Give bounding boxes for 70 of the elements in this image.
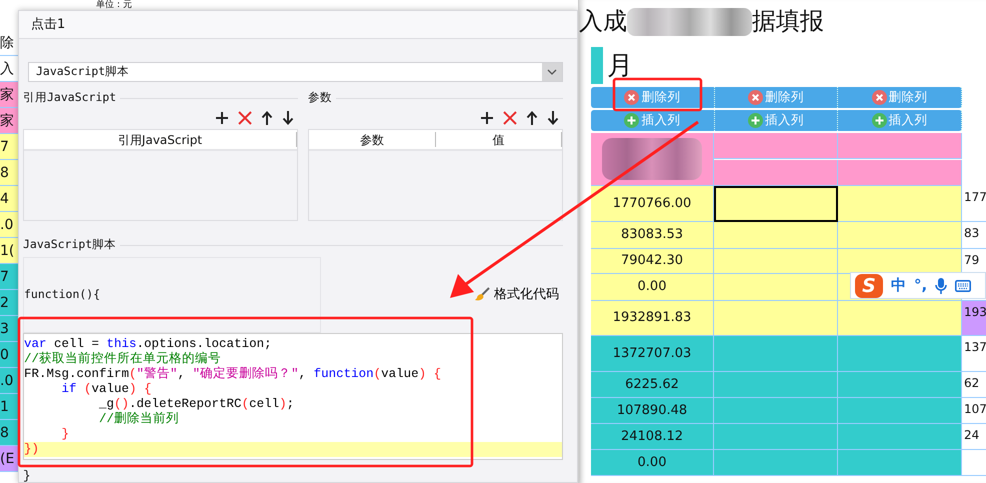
column-header: 引用JavaScript bbox=[24, 132, 297, 147]
table-cell[interactable]: 107890.48 bbox=[591, 398, 714, 424]
section-label: 引用JavaScript bbox=[23, 89, 116, 106]
arrow-up-icon[interactable] bbox=[261, 111, 273, 125]
column-header: 参数 bbox=[309, 132, 436, 147]
add-icon[interactable] bbox=[215, 111, 229, 125]
column-header: 值 bbox=[436, 132, 562, 147]
table-cell[interactable]: 1932891.83 bbox=[591, 301, 714, 336]
format-code-button[interactable]: 格式化代码 bbox=[474, 257, 559, 333]
dialog-title: 点击1 bbox=[19, 11, 577, 39]
close-circle-icon bbox=[872, 90, 887, 105]
arrow-down-icon[interactable] bbox=[547, 111, 559, 125]
section-label: 参数 bbox=[308, 89, 332, 106]
keyboard-icon[interactable] bbox=[955, 280, 972, 292]
ime-logo: S bbox=[855, 274, 883, 298]
strip-cell: 8 bbox=[0, 160, 18, 186]
plus-circle-icon bbox=[872, 113, 887, 128]
table-cell[interactable]: 83083.53 bbox=[591, 222, 714, 249]
month-heading: 月 bbox=[607, 50, 633, 82]
table-cell[interactable]: 79042.30 bbox=[591, 249, 714, 274]
strip-cell: 2 bbox=[0, 290, 18, 316]
strip-cell: .0 bbox=[0, 368, 18, 394]
code-line: //获取当前控件所在单元格的编号 bbox=[24, 352, 222, 366]
table-cell[interactable]: 6225.62 bbox=[591, 372, 714, 398]
ime-mode[interactable]: 中 bbox=[891, 274, 906, 297]
microphone-icon[interactable] bbox=[935, 276, 948, 294]
code-line: var cell = this.options.location; bbox=[24, 337, 273, 352]
strip-cell: 8 bbox=[0, 420, 18, 446]
strip-cell: 4 bbox=[0, 186, 18, 212]
script-type-dropdown[interactable]: JavaScript脚本 bbox=[28, 62, 563, 82]
section-bar bbox=[591, 46, 603, 84]
add-icon[interactable] bbox=[480, 111, 494, 125]
plus-circle-icon bbox=[624, 113, 640, 128]
table-cell[interactable]: 24108.12 bbox=[591, 424, 714, 450]
strip-cell: 1 bbox=[0, 394, 18, 420]
code-line: _g().deleteReportRC(cell); bbox=[98, 397, 296, 412]
brush-icon bbox=[474, 287, 490, 303]
report-title: 入成 bbox=[579, 8, 627, 36]
table-cell: 193 bbox=[962, 301, 986, 336]
delete-icon[interactable] bbox=[503, 111, 517, 125]
strip-cell: 7 bbox=[0, 264, 18, 290]
close-circle-icon bbox=[748, 90, 763, 105]
strip-cell: 0 bbox=[0, 342, 18, 368]
code-line: //删除当前列 bbox=[98, 412, 180, 427]
arrow-up-icon[interactable] bbox=[526, 111, 538, 125]
strip-cell: 7 bbox=[0, 134, 18, 160]
strip-cell: (E bbox=[0, 446, 18, 472]
chevron-down-icon bbox=[547, 69, 557, 75]
strip-cell: 1( bbox=[0, 238, 18, 264]
function-header: function(){ bbox=[24, 286, 100, 304]
table-cell[interactable]: 1770766.00 bbox=[591, 186, 714, 222]
table-cell[interactable]: 0.00 bbox=[591, 450, 714, 476]
ime-punctuation[interactable]: °, bbox=[914, 274, 928, 297]
strip-cell: 家 bbox=[0, 82, 18, 108]
arrow-down-icon[interactable] bbox=[282, 111, 294, 125]
table-cell[interactable]: 0.00 bbox=[591, 274, 714, 301]
table-cell[interactable]: 1372707.03 bbox=[591, 336, 714, 372]
plus-circle-icon bbox=[748, 113, 763, 128]
delete-icon[interactable] bbox=[238, 111, 252, 125]
code-editor[interactable]: var cell = this.options.location; //获取当前控件所在单元格的编号 FR.Msg.confirm("警告", "确定要删除吗？", function(value) { if (value) { _g().deleteReportRC(cell); //删除当前列 } }) bbox=[23, 333, 563, 460]
section-label: JavaScript脚本 bbox=[23, 236, 116, 254]
strip-cell: .0 bbox=[0, 212, 18, 238]
report-title: 据填报 bbox=[752, 8, 824, 36]
code-closing-brace: } bbox=[23, 469, 31, 483]
code-line: if (value) { bbox=[60, 382, 153, 397]
strip-cell: 3 bbox=[0, 316, 18, 342]
close-circle-icon bbox=[624, 90, 640, 105]
code-line: } bbox=[60, 427, 70, 442]
code-line: FR.Msg.confirm("警告", "确定要删除吗？", function(value) { bbox=[24, 367, 442, 382]
strip-cell: 家 bbox=[0, 108, 18, 134]
